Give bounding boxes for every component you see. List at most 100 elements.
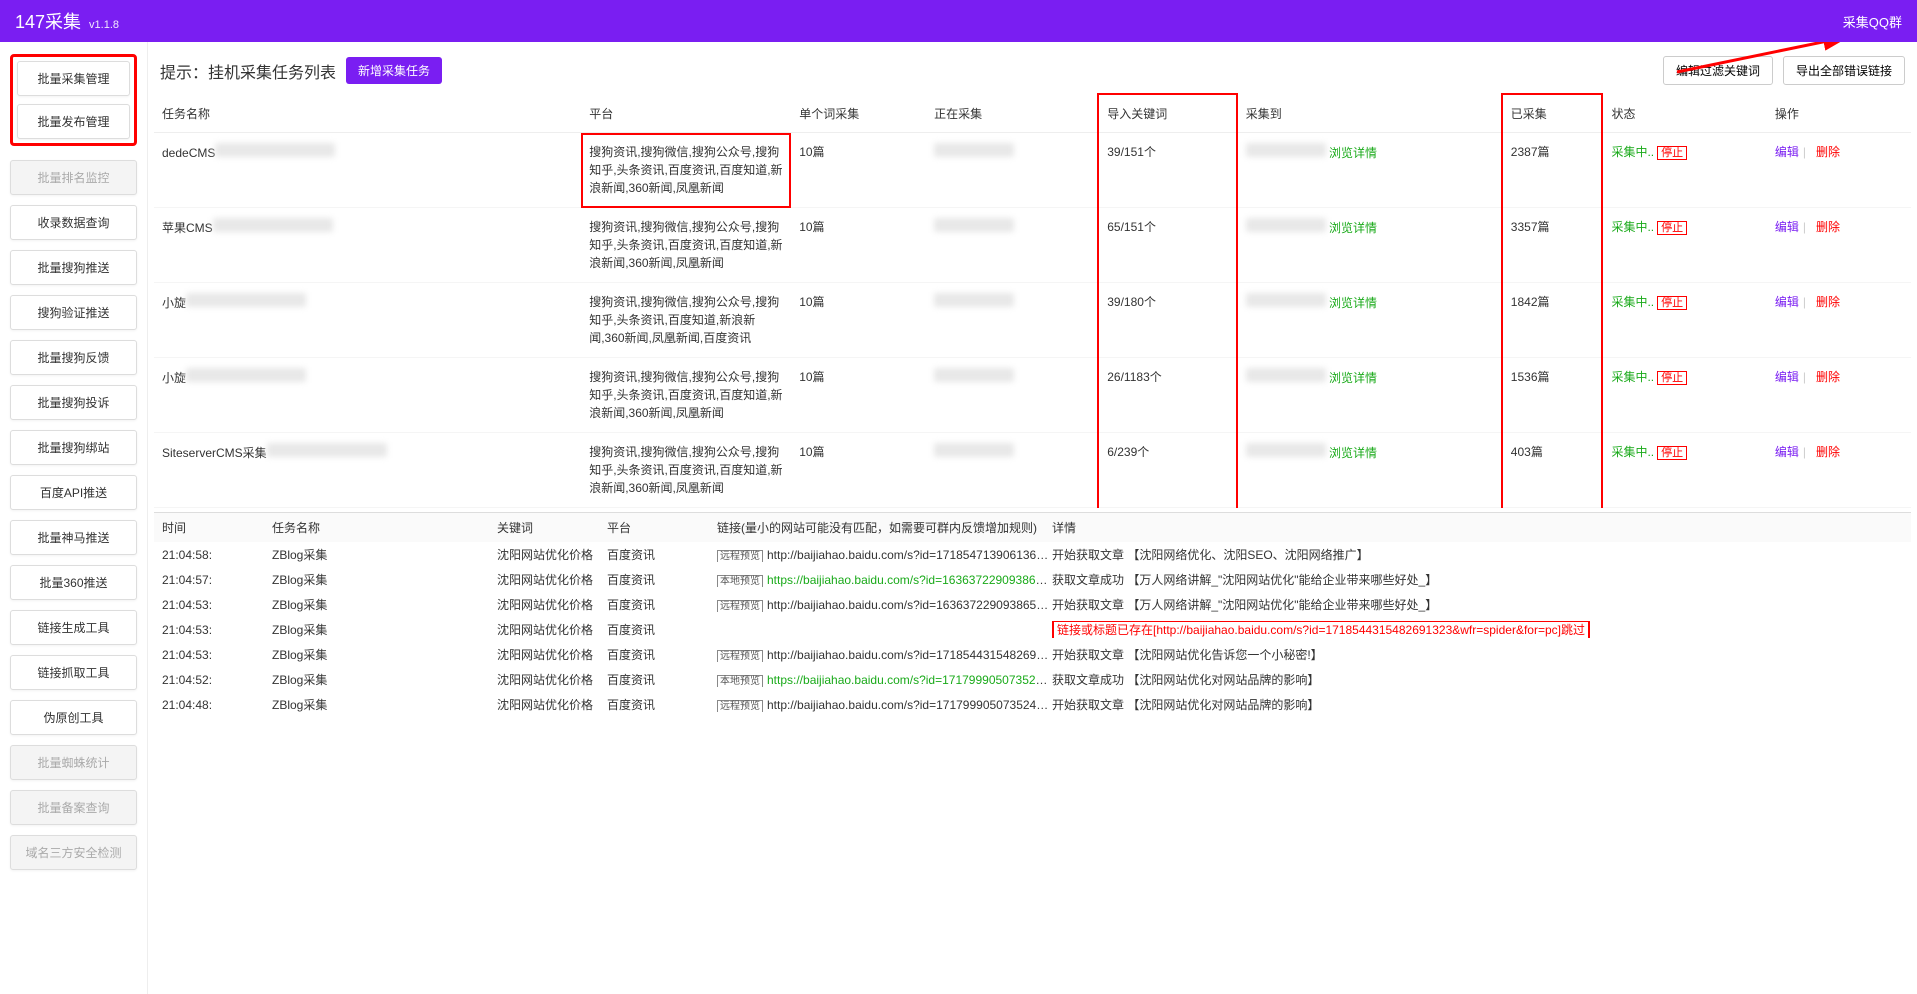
- delete-button[interactable]: 删除: [1816, 445, 1840, 459]
- log-link[interactable]: 远程预览http://baijiahao.baidu.com/s?id=1636…: [717, 597, 1052, 612]
- detail-link[interactable]: 浏览详情: [1329, 446, 1377, 460]
- detail-link[interactable]: 浏览详情: [1329, 296, 1377, 310]
- log-col-link: 链接(量小的网站可能没有匹配，如需要可群内反馈增加规则): [717, 519, 1052, 536]
- stop-button[interactable]: 停止: [1657, 296, 1687, 310]
- sidebar-item-5[interactable]: 批量搜狗投诉: [10, 385, 137, 420]
- status-text: 采集中..: [1611, 295, 1654, 309]
- sidebar-item-6[interactable]: 批量搜狗绑站: [10, 430, 137, 465]
- log-keyword: 沈阳网站优化价格: [497, 621, 607, 638]
- remote-preview-tag[interactable]: 远程预览: [717, 700, 763, 712]
- sidebar-item-10[interactable]: 链接生成工具: [10, 610, 137, 645]
- platform-list: 搜狗资讯,搜狗微信,搜狗公众号,搜狗知乎,头条资讯,百度资讯,百度知道,新浪新闻…: [589, 218, 783, 272]
- status-text: 采集中..: [1611, 370, 1654, 384]
- sidebar-item-1[interactable]: 收录数据查询: [10, 205, 137, 240]
- log-task: ZBlog采集: [272, 646, 497, 663]
- local-preview-tag[interactable]: 本地预览: [717, 575, 763, 587]
- log-link[interactable]: 远程预览http://baijiahao.baidu.com/s?id=1718…: [717, 547, 1052, 562]
- edit-button[interactable]: 编辑: [1775, 220, 1799, 234]
- sidebar-item-12[interactable]: 伪原创工具: [10, 700, 137, 735]
- log-keyword: 沈阳网站优化价格: [497, 571, 607, 588]
- log-platform: 百度资讯: [607, 546, 717, 563]
- sidebar-item-8[interactable]: 批量神马推送: [10, 520, 137, 555]
- detail-link[interactable]: 浏览详情: [1329, 371, 1377, 385]
- task-name: dedeCMS: [162, 146, 215, 160]
- log-time: 21:04:52:: [162, 673, 272, 687]
- collected-count: 1842篇: [1511, 295, 1550, 309]
- remote-preview-tag[interactable]: 远程预览: [717, 550, 763, 562]
- log-detail: 开始获取文章 【沈阳网站优化对网站品牌的影响】: [1052, 696, 1903, 713]
- stop-button[interactable]: 停止: [1657, 371, 1687, 385]
- delete-button[interactable]: 删除: [1816, 370, 1840, 384]
- log-row: 21:04:53:ZBlog采集沈阳网站优化价格百度资讯远程预览http://b…: [154, 642, 1911, 667]
- delete-button[interactable]: 删除: [1816, 295, 1840, 309]
- sidebar-item-9[interactable]: 批量360推送: [10, 565, 137, 600]
- tasks-col-1: 平台: [581, 94, 791, 133]
- sidebar-item-publish-manage[interactable]: 批量发布管理: [17, 104, 130, 139]
- main-content: 提示：挂机采集任务列表 新增采集任务 编辑过滤关键词 导出全部错误链接 任务名称…: [148, 42, 1917, 994]
- app-title: 147采集: [15, 8, 81, 34]
- stop-button[interactable]: 停止: [1657, 446, 1687, 460]
- log-platform: 百度资讯: [607, 696, 717, 713]
- stop-button[interactable]: 停止: [1657, 221, 1687, 235]
- log-row: 21:04:57:ZBlog采集沈阳网站优化价格百度资讯本地预览https://…: [154, 567, 1911, 592]
- sidebar-item-7[interactable]: 百度API推送: [10, 475, 137, 510]
- edit-filter-button[interactable]: 编辑过滤关键词: [1663, 56, 1773, 85]
- edit-button[interactable]: 编辑: [1775, 370, 1799, 384]
- collected-count: 1536篇: [1511, 370, 1550, 384]
- log-link[interactable]: 本地预览https://baijiahao.baidu.com/s?id=171…: [717, 672, 1052, 687]
- app-header: 147采集 v1.1.8 采集QQ群: [0, 0, 1917, 42]
- log-detail: 开始获取文章 【沈阳网络优化、沈阳SEO、沈阳网络推广】: [1052, 546, 1903, 563]
- collected-count: 2387篇: [1511, 145, 1550, 159]
- single-count: 10篇: [799, 295, 824, 309]
- log-link[interactable]: 远程预览http://baijiahao.baidu.com/s?id=1717…: [717, 697, 1052, 712]
- log-keyword: 沈阳网站优化价格: [497, 696, 607, 713]
- local-preview-tag[interactable]: 本地预览: [717, 675, 763, 687]
- app-version: v1.1.8: [89, 19, 119, 31]
- sidebar-item-15: 域名三方安全检测: [10, 835, 137, 870]
- single-count: 10篇: [799, 145, 824, 159]
- blurred-text: [1246, 368, 1326, 382]
- log-detail: 链接或标题已存在[http://baijiahao.baidu.com/s?id…: [1052, 621, 1903, 638]
- new-task-button[interactable]: 新增采集任务: [346, 57, 442, 84]
- qq-group-link[interactable]: 采集QQ群: [1843, 12, 1902, 31]
- delete-button[interactable]: 删除: [1816, 145, 1840, 159]
- blurred-text: [934, 443, 1014, 457]
- sidebar-item-2[interactable]: 批量搜狗推送: [10, 250, 137, 285]
- tasks-table: 任务名称平台单个词采集正在采集导入关键词采集到已采集状态操作 dedeCMS搜狗…: [154, 93, 1911, 508]
- log-task: ZBlog采集: [272, 671, 497, 688]
- remote-preview-tag[interactable]: 远程预览: [717, 600, 763, 612]
- sidebar-item-3[interactable]: 搜狗验证推送: [10, 295, 137, 330]
- detail-link[interactable]: 浏览详情: [1329, 146, 1377, 160]
- log-link[interactable]: 远程预览http://baijiahao.baidu.com/s?id=1718…: [717, 647, 1052, 662]
- export-errors-button[interactable]: 导出全部错误链接: [1783, 56, 1905, 85]
- blurred-text: [934, 143, 1014, 157]
- log-time: 21:04:58:: [162, 548, 272, 562]
- remote-preview-tag[interactable]: 远程预览: [717, 650, 763, 662]
- log-col-platform: 平台: [607, 519, 717, 536]
- status-text: 采集中..: [1611, 445, 1654, 459]
- log-link[interactable]: 本地预览https://baijiahao.baidu.com/s?id=163…: [717, 572, 1052, 587]
- sidebar-item-11[interactable]: 链接抓取工具: [10, 655, 137, 690]
- task-name: 苹果CMS: [162, 221, 213, 235]
- tasks-col-8: 操作: [1767, 94, 1911, 133]
- edit-button[interactable]: 编辑: [1775, 145, 1799, 159]
- platform-list: 搜狗资讯,搜狗微信,搜狗公众号,搜狗知乎,头条资讯,百度资讯,百度知道,新浪新闻…: [589, 143, 783, 197]
- sidebar-item-collect-manage[interactable]: 批量采集管理: [17, 61, 130, 96]
- stop-button[interactable]: 停止: [1657, 146, 1687, 160]
- edit-button[interactable]: 编辑: [1775, 295, 1799, 309]
- log-time: 21:04:48:: [162, 698, 272, 712]
- sidebar-item-4[interactable]: 批量搜狗反馈: [10, 340, 137, 375]
- log-body[interactable]: 21:04:58:ZBlog采集沈阳网站优化价格百度资讯远程预览http://b…: [154, 542, 1911, 988]
- collected-count: 3357篇: [1511, 220, 1550, 234]
- detail-link[interactable]: 浏览详情: [1329, 221, 1377, 235]
- table-row: dedeCMS 搜狗资讯,搜狗微信,搜狗公众号,搜狗知乎,头条资讯,百度资讯,百度…: [154, 133, 1911, 208]
- table-row: 小旋搜狗资讯,搜狗微信,搜狗公众号,搜狗知乎,头条资讯,百度资讯,百度知道,新浪…: [154, 358, 1911, 433]
- edit-button[interactable]: 编辑: [1775, 445, 1799, 459]
- sidebar-item-0: 批量排名监控: [10, 160, 137, 195]
- blurred-text: [1246, 218, 1326, 232]
- log-col-time: 时间: [162, 519, 272, 536]
- collected-count: 403篇: [1511, 445, 1543, 459]
- table-row: SiteserverCMS采集搜狗资讯,搜狗微信,搜狗公众号,搜狗知乎,头条资讯…: [154, 433, 1911, 508]
- delete-button[interactable]: 删除: [1816, 220, 1840, 234]
- platform-list: 搜狗资讯,搜狗微信,搜狗公众号,搜狗知乎,头条资讯,百度资讯,百度知道,新浪新闻…: [589, 368, 783, 422]
